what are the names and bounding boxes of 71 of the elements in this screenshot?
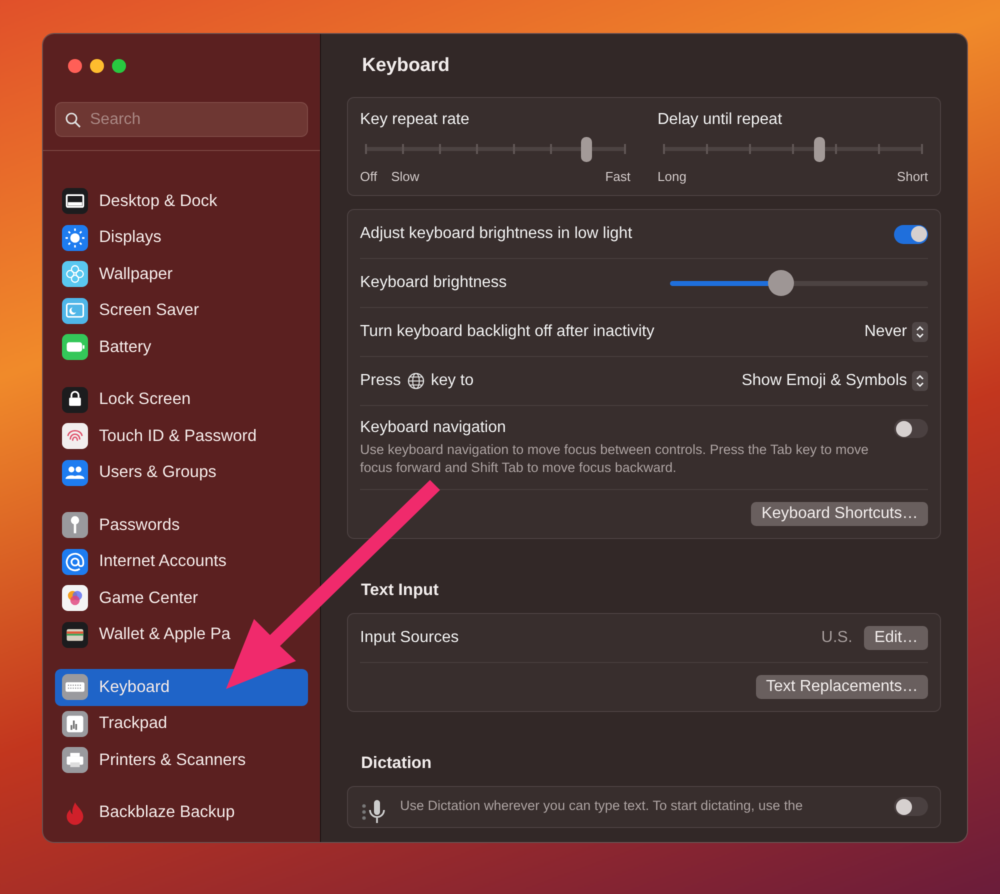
slider-track[interactable] xyxy=(366,137,624,162)
sidebar-item[interactable]: Lock Screen xyxy=(55,382,308,418)
sidebar-item[interactable]: Users & Groups xyxy=(55,454,308,491)
toggle-switch[interactable] xyxy=(894,797,928,816)
minimize-button[interactable] xyxy=(90,59,104,73)
sidebar-item[interactable]: Keyboard xyxy=(55,669,308,706)
setting-label: key to xyxy=(430,372,474,390)
slider-thumb[interactable] xyxy=(814,137,825,162)
slider-tick-label: Off xyxy=(360,169,378,184)
sidebar-item[interactable]: Desktop & Dock xyxy=(55,183,308,220)
sun-icon xyxy=(62,224,88,251)
zoom-button[interactable] xyxy=(112,59,126,73)
sidebar-item[interactable]: Touch ID & Password xyxy=(55,418,308,454)
slider-tick-label: Slow xyxy=(391,169,420,184)
keyboard-icon xyxy=(62,674,88,700)
flower-icon xyxy=(62,261,88,288)
popup-menu[interactable]: Show Emoji & Symbols xyxy=(742,371,928,391)
sidebar-item[interactable]: Wallpaper xyxy=(55,256,308,292)
popup-menu[interactable]: Never xyxy=(864,322,928,342)
sidebar-item[interactable]: Backblaze Backup xyxy=(55,794,308,831)
section-heading: Dictation xyxy=(361,754,433,773)
edit-button[interactable]: Edit… xyxy=(864,626,928,650)
setting-description: Use keyboard navigation to move focus between controls. Press the Tab key to move focus forward and Shift Tab to move focus backward. xyxy=(360,441,870,477)
slider-track[interactable] xyxy=(670,270,928,296)
fingerprint-icon xyxy=(62,423,88,450)
window-icon xyxy=(62,188,88,214)
toggle-switch[interactable] xyxy=(894,419,928,438)
setting-label: Turn keyboard backlight off after inactivity xyxy=(360,323,654,341)
screen-icon xyxy=(62,298,88,324)
setting-label: Keyboard navigation xyxy=(360,419,507,437)
people-icon xyxy=(62,460,88,486)
search-field[interactable]: Search xyxy=(55,102,308,137)
slider-track[interactable] xyxy=(664,137,922,162)
setting-label: Adjust keyboard brightness in low light xyxy=(360,225,632,243)
circles-icon xyxy=(62,585,88,612)
printer-icon xyxy=(62,747,88,774)
slider-label: Key repeat rate xyxy=(360,111,470,129)
battery-icon xyxy=(62,334,88,360)
setting-label: Press xyxy=(360,372,401,390)
setting-value: U.S. xyxy=(821,629,852,647)
key-icon xyxy=(62,512,88,538)
sidebar-item[interactable]: Screen Saver xyxy=(55,292,308,329)
close-button[interactable] xyxy=(68,59,82,73)
keyboard-shortcuts-button[interactable]: Keyboard Shortcuts… xyxy=(751,502,928,526)
setting-label: Input Sources xyxy=(360,629,459,647)
sidebar-item[interactable]: Displays xyxy=(55,220,308,256)
sidebar-item[interactable]: Passwords xyxy=(55,507,308,544)
chevron-updown-icon xyxy=(912,322,928,342)
text-replacements-button[interactable]: Text Replacements… xyxy=(756,675,928,699)
slider-tick-label: Long xyxy=(658,169,686,184)
slider-label: Delay until repeat xyxy=(658,111,784,129)
toggle-switch[interactable] xyxy=(894,224,928,244)
globe-icon xyxy=(406,372,425,390)
slider-thumb[interactable] xyxy=(580,137,592,162)
setting-label: Keyboard brightness xyxy=(360,274,507,292)
slider-tick-label: Fast xyxy=(605,169,630,184)
sidebar-item[interactable]: Game Center xyxy=(55,580,308,616)
chevron-updown-icon xyxy=(912,371,928,391)
page-title: Keyboard xyxy=(362,55,451,77)
wallet-icon xyxy=(62,622,88,648)
at-sign-icon xyxy=(62,548,88,575)
section-heading: Text Input xyxy=(361,581,440,600)
slider-thumb[interactable] xyxy=(768,270,794,296)
sidebar-item[interactable]: Wallet & Apple Pa xyxy=(55,616,308,653)
sidebar-item[interactable]: Internet Accounts xyxy=(55,544,308,580)
setting-description: Use Dictation wherever you can type text. To start dictating, use the xyxy=(400,797,804,815)
sidebar-item[interactable]: Printers & Scanners xyxy=(55,742,308,778)
sidebar-item[interactable]: Battery xyxy=(55,329,308,366)
slider-tick-label: Short xyxy=(896,169,928,184)
sidebar-item[interactable]: Trackpad xyxy=(55,706,308,742)
lock-icon xyxy=(62,386,88,413)
